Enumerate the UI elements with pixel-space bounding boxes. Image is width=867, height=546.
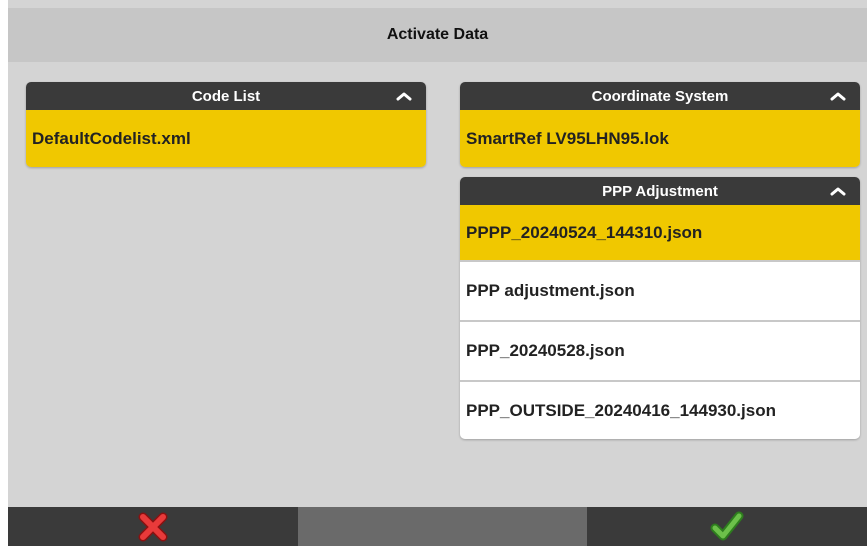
- ppp-adjustment-panel: PPP Adjustment PPPP_20240524_144310.json…: [460, 177, 860, 439]
- dialog-title: Activate Data: [8, 8, 867, 62]
- chevron-up-icon: [830, 92, 846, 101]
- code-list-header-label: Code List: [191, 87, 261, 105]
- ppp-adjustment-collapse-button[interactable]: [826, 177, 850, 205]
- green-check-icon: [710, 511, 744, 540]
- ppp-adjustment-header-label: PPP Adjustment: [602, 182, 718, 200]
- ppp-adjustment-header: PPP Adjustment: [460, 177, 860, 205]
- chevron-up-icon: [396, 92, 412, 101]
- ppp-adjustment-item[interactable]: PPPP_20240524_144310.json: [460, 205, 860, 262]
- confirm-button[interactable]: [587, 507, 867, 546]
- ppp-adjustment-item[interactable]: PPP_20240528.json: [460, 322, 860, 382]
- code-list-panel: Code List DefaultCodelist.xml: [26, 82, 426, 167]
- coordinate-system-header-label: Coordinate System: [591, 87, 729, 105]
- bottom-action-bar: [8, 507, 867, 546]
- ppp-adjustment-item[interactable]: PPP adjustment.json: [460, 262, 860, 322]
- coordinate-system-collapse-button[interactable]: [826, 82, 850, 110]
- coordinate-system-header: Coordinate System: [460, 82, 860, 110]
- chevron-up-icon: [830, 187, 846, 196]
- red-x-icon: [138, 512, 168, 541]
- middle-button[interactable]: [298, 507, 587, 546]
- code-list-header: Code List: [26, 82, 426, 110]
- code-list-item[interactable]: DefaultCodelist.xml: [26, 110, 426, 167]
- coordinate-system-panel: Coordinate System SmartRef LV95LHN95.lok: [460, 82, 860, 167]
- coordinate-system-item[interactable]: SmartRef LV95LHN95.lok: [460, 110, 860, 167]
- code-list-collapse-button[interactable]: [392, 82, 416, 110]
- ppp-adjustment-item[interactable]: PPP_OUTSIDE_20240416_144930.json: [460, 382, 860, 439]
- cancel-button[interactable]: [8, 507, 298, 546]
- activate-data-screen: Activate Data Code List DefaultCodelist.…: [8, 0, 867, 546]
